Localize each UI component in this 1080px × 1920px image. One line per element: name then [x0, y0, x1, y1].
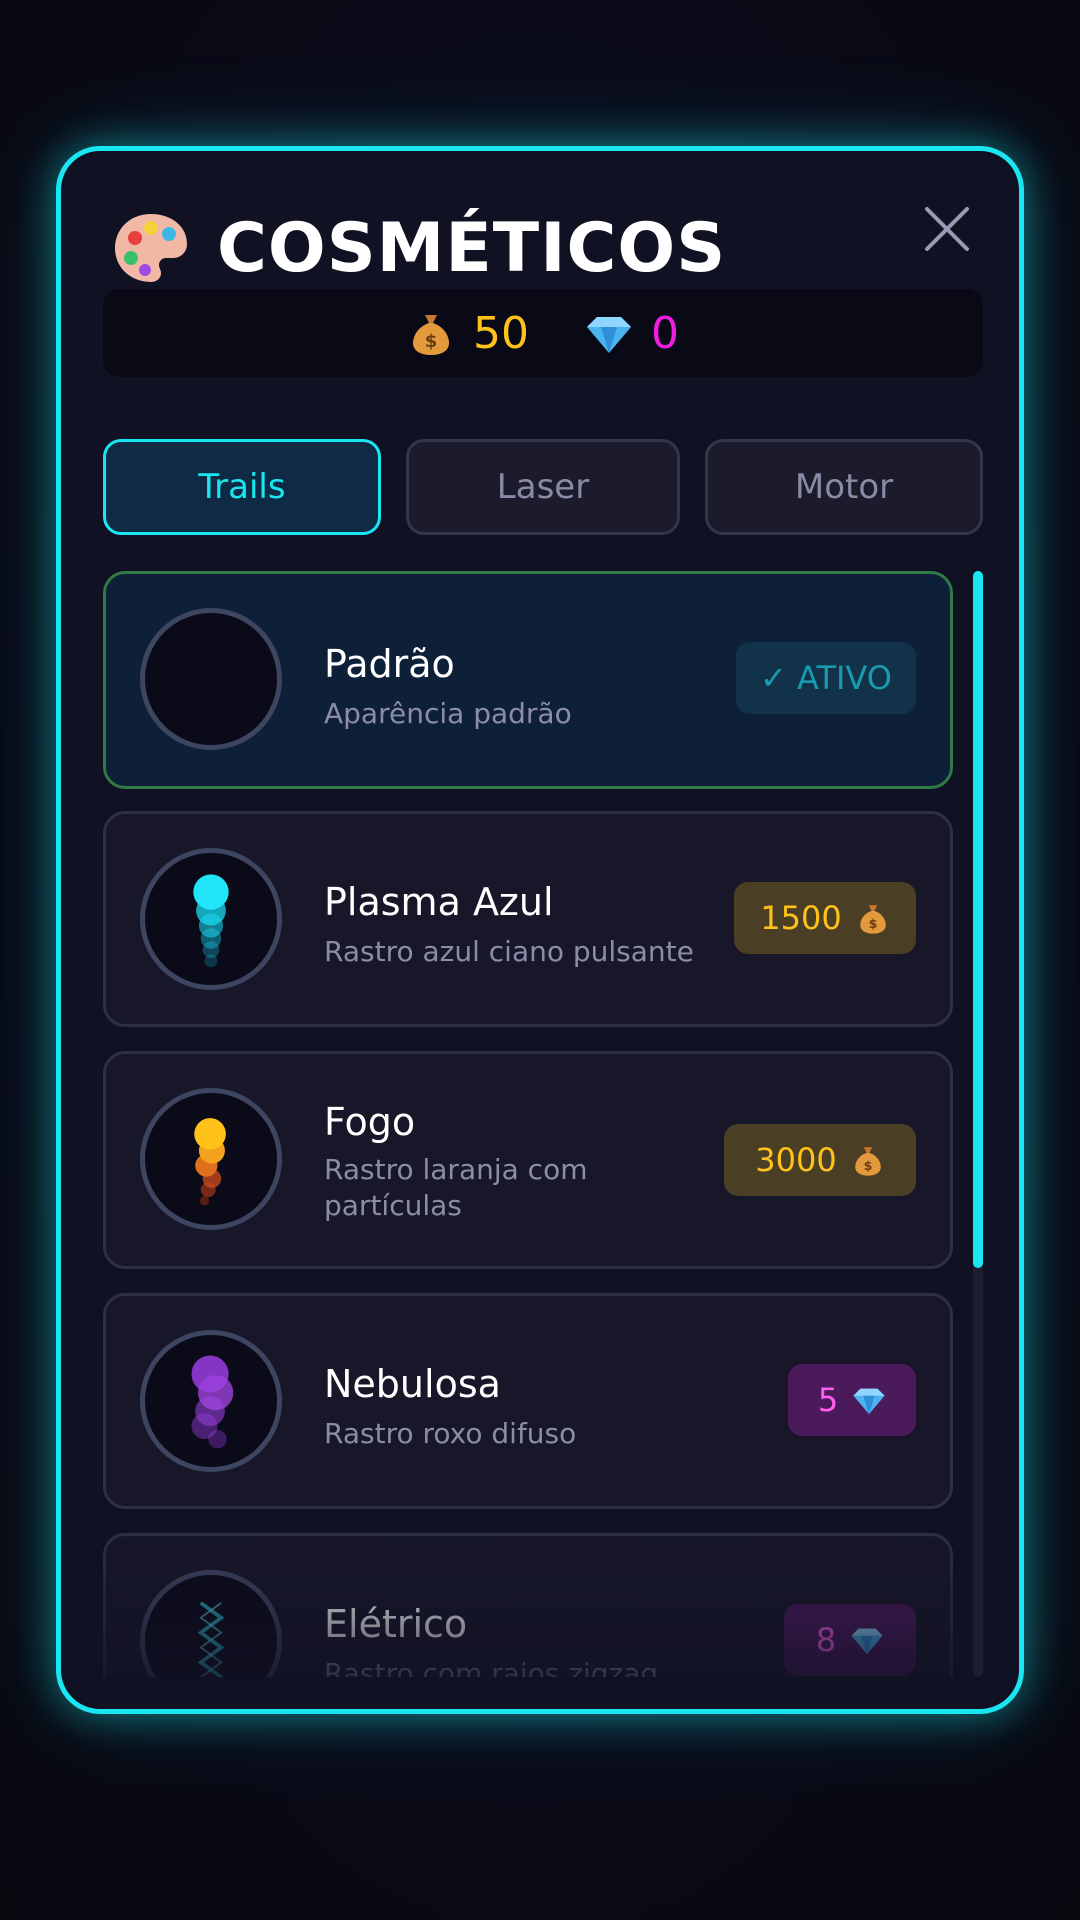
price-value: 1500 [760, 899, 842, 937]
buy-button[interactable]: 1500 $ [734, 882, 916, 954]
category-tabs: Trails Laser Motor [103, 439, 983, 535]
list-item[interactable]: Nebulosa Rastro roxo difuso 5 [103, 1293, 953, 1509]
svg-text:$: $ [868, 917, 877, 932]
trail-preview-plasma [140, 848, 282, 990]
tab-trails[interactable]: Trails [103, 439, 381, 535]
trail-preview-default [140, 608, 282, 750]
item-name: Padrão [324, 642, 455, 686]
list-item[interactable]: Fogo Rastro laranja com partículas 3000 … [103, 1051, 953, 1269]
tab-laser[interactable]: Laser [406, 439, 680, 535]
item-name: Plasma Azul [324, 880, 554, 924]
plasma-trail-icon [193, 874, 229, 968]
list-item[interactable]: Plasma Azul Rastro azul ciano pulsante 1… [103, 811, 953, 1027]
trail-preview-fire [140, 1088, 282, 1230]
coins-balance: $ 50 [407, 308, 529, 359]
tab-motor[interactable]: Motor [705, 439, 983, 535]
item-name: Fogo [324, 1100, 416, 1144]
palette-icon [115, 214, 187, 282]
coins-value: 50 [473, 307, 529, 359]
trail-preview-electric [140, 1570, 282, 1677]
gems-balance: 0 [585, 308, 679, 359]
svg-text:$: $ [425, 331, 438, 352]
item-description: Rastro azul ciano pulsante [324, 935, 694, 968]
fire-trail-icon [194, 1118, 226, 1206]
gem-icon [851, 1628, 883, 1655]
scrollbar-thumb[interactable] [973, 571, 983, 1268]
item-description: Rastro roxo difuso [324, 1417, 577, 1450]
page-title: COSMÉTICOS [217, 208, 727, 288]
buy-button[interactable]: 8 [784, 1604, 916, 1676]
svg-text:$: $ [863, 1159, 872, 1174]
price-value: 8 [815, 1621, 837, 1659]
currency-bar: $ 50 0 [103, 289, 983, 377]
list-item[interactable]: Elétrico Rastro com raios zigzag 8 [103, 1533, 953, 1677]
item-name: Elétrico [324, 1602, 468, 1646]
price-value: 5 [817, 1381, 839, 1419]
buy-button[interactable]: 5 [788, 1364, 916, 1436]
active-badge-label: ✓ ATIVO [760, 659, 892, 697]
scrollbar-track[interactable] [973, 571, 983, 1677]
money-bag-icon: $ [854, 1147, 881, 1176]
gem-icon [853, 1388, 885, 1415]
modal-header: COSMÉTICOS [111, 203, 726, 293]
gems-value: 0 [651, 307, 679, 359]
money-bag-icon: $ [413, 315, 449, 355]
item-description: Aparência padrão [324, 697, 572, 730]
electric-trail-icon [197, 1601, 225, 1677]
item-description: Rastro laranja com partículas [324, 1153, 588, 1222]
cosmetics-modal: COSMÉTICOS $ 50 0 Trails Laser Motor Pad… [56, 146, 1024, 1714]
nebula-trail-icon [191, 1355, 234, 1449]
item-description: Rastro com raios zigzag [324, 1657, 659, 1677]
cosmetics-list: Padrão Aparência padrão ✓ ATIVO Plasma A… [103, 571, 953, 1677]
price-value: 3000 [755, 1141, 837, 1179]
buy-button[interactable]: 3000 $ [724, 1124, 916, 1196]
trail-preview-nebula [140, 1330, 282, 1472]
close-icon[interactable] [921, 203, 973, 255]
active-badge: ✓ ATIVO [736, 642, 916, 714]
item-name: Nebulosa [324, 1362, 501, 1406]
list-item[interactable]: Padrão Aparência padrão ✓ ATIVO [103, 571, 953, 789]
gem-icon [587, 317, 631, 353]
money-bag-icon: $ [859, 905, 886, 934]
